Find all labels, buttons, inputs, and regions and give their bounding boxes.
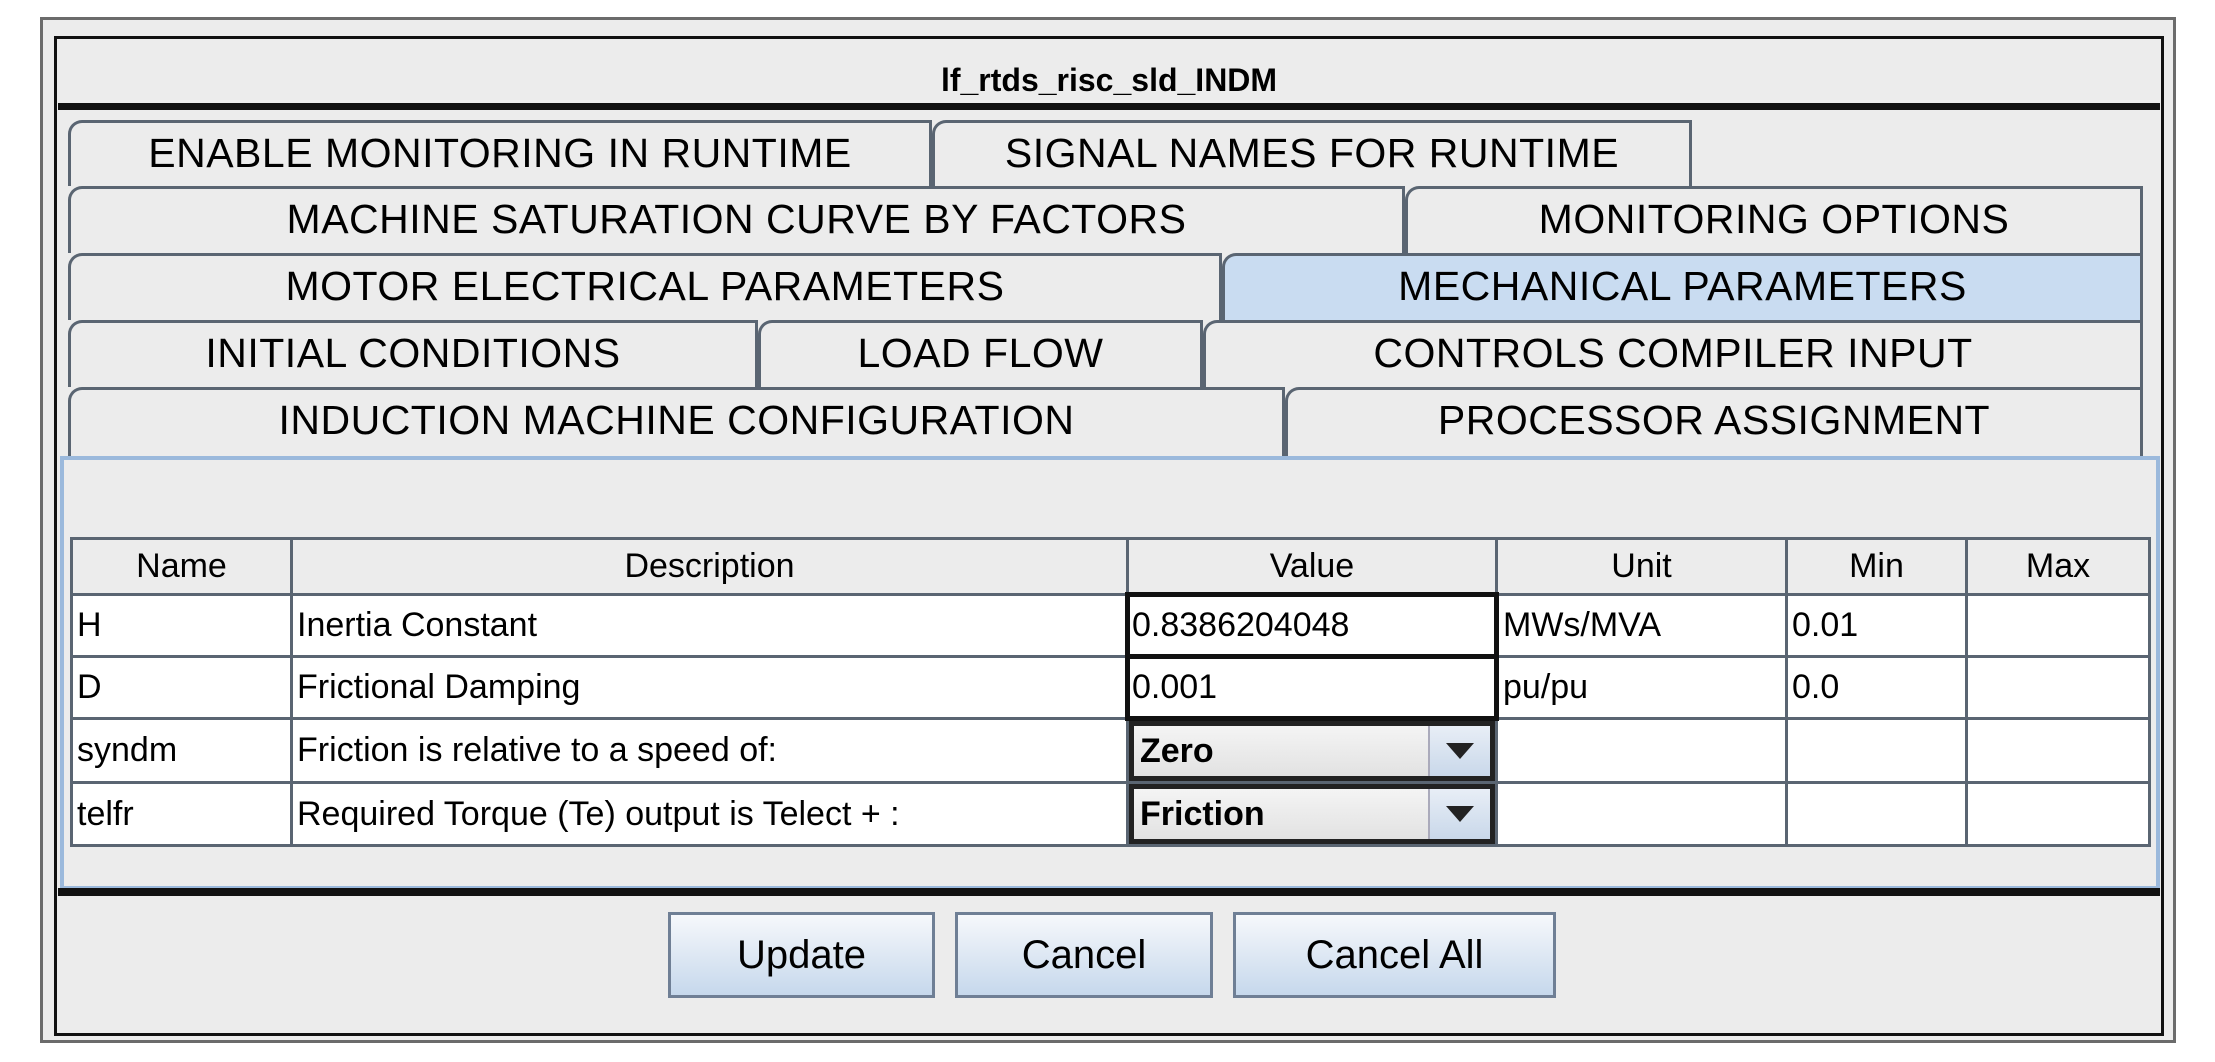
cell-min: 0.0 bbox=[1785, 655, 1968, 720]
tab-enable-monitoring-in-runtime[interactable]: ENABLE MONITORING IN RUNTIME bbox=[68, 120, 932, 186]
update-button[interactable]: Update bbox=[668, 912, 935, 998]
table-row: telfr Required Torque (Te) output is Tel… bbox=[70, 781, 2151, 847]
tab-signal-names-for-runtime[interactable]: SIGNAL NAMES FOR RUNTIME bbox=[932, 120, 1692, 186]
header-min[interactable]: Min bbox=[1785, 537, 1968, 596]
chevron-down-icon[interactable] bbox=[1428, 726, 1490, 776]
tab-monitoring-options[interactable]: MONITORING OPTIONS bbox=[1405, 186, 2143, 253]
cell-name: telfr bbox=[70, 781, 293, 847]
cell-name: syndm bbox=[70, 717, 293, 784]
tab-mechanical-parameters[interactable]: MECHANICAL PARAMETERS bbox=[1222, 253, 2143, 320]
dropdown-selected-value: Zero bbox=[1134, 726, 1428, 776]
value-input-d[interactable]: 0.001 bbox=[1125, 654, 1499, 721]
header-unit[interactable]: Unit bbox=[1495, 537, 1788, 596]
dropdown-selected-value: Friction bbox=[1134, 789, 1428, 839]
tab-controls-compiler-input[interactable]: CONTROLS COMPILER INPUT bbox=[1203, 320, 2143, 387]
cell-min: 0.01 bbox=[1785, 593, 1968, 658]
tab-machine-saturation-curve[interactable]: MACHINE SATURATION CURVE BY FACTORS bbox=[68, 186, 1405, 253]
cell-max bbox=[1965, 593, 2151, 658]
tab-induction-machine-configuration[interactable]: INDUCTION MACHINE CONFIGURATION bbox=[68, 387, 1285, 456]
telfr-dropdown[interactable]: Friction bbox=[1130, 785, 1494, 843]
tab-initial-conditions[interactable]: INITIAL CONDITIONS bbox=[68, 320, 758, 387]
header-max[interactable]: Max bbox=[1965, 537, 2151, 596]
table-row: D Frictional Damping 0.001 pu/pu 0.0 bbox=[70, 654, 2151, 721]
cancel-button[interactable]: Cancel bbox=[955, 912, 1213, 998]
cell-max bbox=[1965, 717, 2151, 784]
cell-description: Required Torque (Te) output is Telect + … bbox=[290, 781, 1129, 847]
value-cell-telfr: Friction bbox=[1126, 781, 1498, 847]
cell-name: D bbox=[70, 655, 293, 720]
cancel-all-button[interactable]: Cancel All bbox=[1233, 912, 1556, 998]
cell-unit bbox=[1495, 781, 1788, 847]
header-value[interactable]: Value bbox=[1126, 537, 1498, 596]
tab-motor-electrical-parameters[interactable]: MOTOR ELECTRICAL PARAMETERS bbox=[68, 253, 1222, 320]
value-input-h[interactable]: 0.8386204048 bbox=[1125, 592, 1499, 659]
cell-max bbox=[1965, 655, 2151, 720]
syndm-dropdown[interactable]: Zero bbox=[1130, 721, 1494, 780]
value-cell-syndm: Zero bbox=[1126, 717, 1498, 784]
cell-unit: pu/pu bbox=[1495, 655, 1788, 720]
cell-name: H bbox=[70, 593, 293, 658]
cell-min bbox=[1785, 781, 1968, 847]
parameters-table: Name Description Value Unit Min Max H In… bbox=[70, 537, 2151, 847]
table-row: syndm Friction is relative to a speed of… bbox=[70, 717, 2151, 784]
tab-processor-assignment[interactable]: PROCESSOR ASSIGNMENT bbox=[1285, 387, 2143, 456]
header-description[interactable]: Description bbox=[290, 537, 1129, 596]
tab-load-flow[interactable]: LOAD FLOW bbox=[758, 320, 1203, 387]
cell-unit: MWs/MVA bbox=[1495, 593, 1788, 658]
cell-max bbox=[1965, 781, 2151, 847]
cell-min bbox=[1785, 717, 1968, 784]
table-header-row: Name Description Value Unit Min Max bbox=[70, 537, 2151, 596]
table-row: H Inertia Constant 0.8386204048 MWs/MVA … bbox=[70, 592, 2151, 659]
cell-unit bbox=[1495, 717, 1788, 784]
button-area-divider bbox=[58, 888, 2160, 896]
chevron-down-icon[interactable] bbox=[1428, 789, 1490, 839]
dialog-title: lf_rtds_risc_sld_INDM bbox=[940, 62, 1278, 98]
header-name[interactable]: Name bbox=[70, 537, 293, 596]
title-divider bbox=[58, 103, 2160, 110]
cell-description: Friction is relative to a speed of: bbox=[290, 717, 1129, 784]
cell-description: Inertia Constant bbox=[290, 593, 1129, 658]
cell-description: Frictional Damping bbox=[290, 655, 1129, 720]
